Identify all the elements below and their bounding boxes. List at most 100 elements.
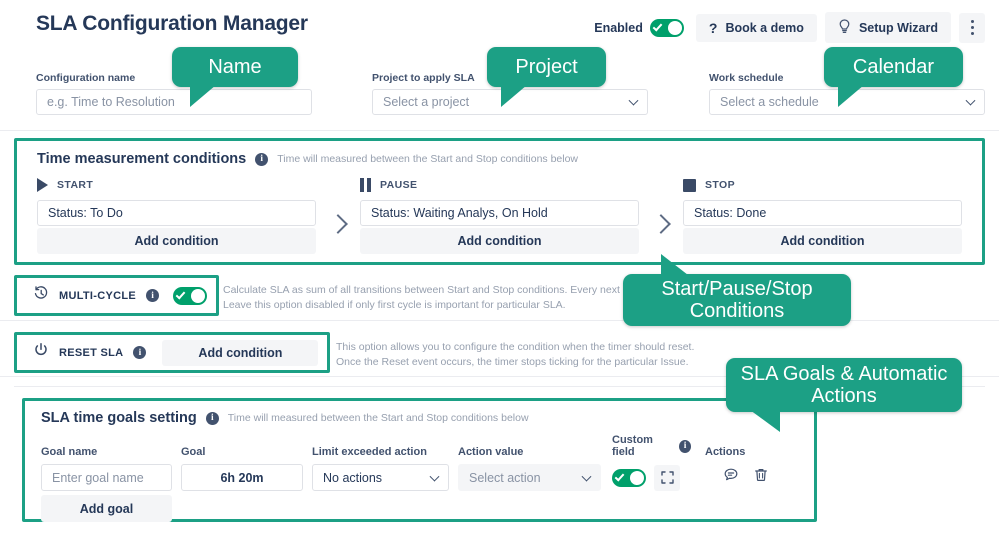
goal-name-placeholder: Enter goal name [52, 470, 144, 485]
multi-cycle-desc-line2: Leave this option disabled if only first… [223, 299, 566, 312]
reset-sla-desc-line1: This option allows you to configure the … [336, 341, 695, 353]
info-icon[interactable]: i [205, 411, 219, 425]
start-condition-value[interactable]: Status: To Do [37, 200, 316, 226]
stop-icon [683, 178, 696, 192]
chevron-right-icon [316, 176, 360, 254]
reset-sla-description: This option allows you to configure the … [336, 340, 756, 370]
callout-conditions-line2: Conditions [689, 300, 785, 322]
actions-header: Actions [705, 446, 746, 458]
stop-condition-value[interactable]: Status: Done [683, 200, 962, 226]
pause-label: PAUSE [380, 179, 418, 191]
kebab-menu-icon[interactable] [959, 12, 985, 43]
goal-name-input[interactable]: Enter goal name [41, 464, 172, 491]
setup-wizard-label: Setup Wizard [858, 20, 938, 35]
reset-sla-control-group: RESET SLA i Add condition [17, 335, 327, 370]
pause-icon [360, 178, 371, 192]
stop-label: STOP [705, 179, 735, 191]
trash-icon[interactable] [753, 467, 769, 488]
lightbulb-icon [838, 19, 851, 36]
info-icon[interactable]: i [255, 152, 269, 166]
callout-goals: SLA Goals & Automatic Actions [726, 358, 962, 432]
callout-tail [838, 85, 864, 107]
limit-exceeded-action-value: No actions [323, 470, 383, 485]
goal-name-column: Goal name [41, 446, 172, 464]
toggle-knob [667, 20, 682, 35]
configuration-name-placeholder: e.g. Time to Resolution [47, 95, 175, 109]
expand-icon[interactable] [654, 464, 680, 491]
chevron-right-icon [639, 176, 683, 254]
reset-sla-highlight: RESET SLA i Add condition [14, 332, 330, 373]
sla-configuration-page: SLA Configuration Manager Enabled ? Book… [0, 0, 999, 536]
chevron-down-icon [628, 95, 639, 106]
time-conditions-title: Time measurement conditions [37, 151, 247, 167]
custom-field-header: Custom field [612, 434, 653, 458]
toggle-knob [630, 470, 644, 485]
callout-calendar-label: Calendar [852, 55, 935, 78]
stop-add-condition-button[interactable]: Add condition [683, 228, 962, 254]
callout-goals-line2: Actions [811, 385, 877, 407]
multi-cycle-desc-line1: Calculate SLA as sum of all transitions … [223, 284, 676, 296]
add-goal-button[interactable]: Add goal [41, 495, 172, 522]
power-icon [33, 342, 49, 363]
start-add-condition-button[interactable]: Add condition [37, 228, 316, 254]
page-title: SLA Configuration Manager [36, 12, 308, 35]
callout-name: Name [172, 47, 298, 107]
chevron-down-icon [581, 471, 592, 482]
custom-field-column: Custom field i [612, 434, 691, 464]
pause-condition-column: PAUSE Status: Waiting Analys, On Hold Ad… [360, 176, 639, 254]
actions-column: Actions [705, 446, 785, 464]
info-icon[interactable]: i [146, 289, 160, 302]
time-measurement-conditions-section: Time measurement conditions i Time will … [14, 138, 985, 265]
configuration-name-input[interactable]: e.g. Time to Resolution [36, 89, 312, 115]
section-divider [0, 130, 999, 131]
page-header: SLA Configuration Manager Enabled ? Book… [0, 0, 999, 46]
callout-tail [750, 410, 780, 432]
limit-exceeded-action-header: Limit exceeded action [312, 446, 427, 458]
callout-calendar: Calendar [824, 47, 963, 107]
enabled-toggle[interactable] [649, 18, 684, 37]
info-icon[interactable]: i [679, 439, 691, 453]
info-icon[interactable]: i [133, 346, 147, 359]
goal-duration-input[interactable]: 6h 20m [181, 464, 303, 491]
callout-goals-line1: SLA Goals & Automatic [740, 362, 948, 385]
goal-header: Goal [181, 446, 206, 458]
action-value-placeholder: Select action [469, 470, 541, 485]
pause-condition-value[interactable]: Status: Waiting Analys, On Hold [360, 200, 639, 226]
play-icon [37, 178, 48, 192]
comment-icon[interactable] [723, 467, 739, 488]
setup-wizard-button[interactable]: Setup Wizard [824, 12, 951, 43]
check-icon [652, 20, 663, 32]
callout-project: Project [487, 47, 606, 107]
pause-add-condition-button[interactable]: Add condition [360, 228, 639, 254]
start-condition-column: START Status: To Do Add condition [37, 176, 316, 254]
callout-tail [661, 254, 688, 275]
start-label: START [57, 179, 94, 191]
multi-cycle-highlight: MULTI-CYCLE i [14, 275, 219, 316]
enabled-toggle-group[interactable]: Enabled [594, 18, 684, 37]
time-conditions-subtitle: Time will measured between the Start and… [277, 153, 579, 165]
goal-column: Goal [181, 446, 303, 464]
limit-exceeded-action-select[interactable]: No actions [312, 464, 449, 491]
goal-name-header: Goal name [41, 446, 98, 458]
goal-row: Enter goal name 6h 20m No actions Select… [41, 464, 798, 491]
multi-cycle-description: Calculate SLA as sum of all transitions … [223, 283, 676, 313]
chevron-down-icon [429, 471, 440, 482]
callout-tail [190, 85, 216, 107]
limit-exceeded-action-column: Limit exceeded action [312, 446, 449, 464]
book-a-demo-button[interactable]: ? Book a demo [695, 13, 817, 42]
custom-field-toggle[interactable] [612, 468, 646, 487]
action-value-column: Action value [458, 446, 601, 464]
goals-title: SLA time goals setting [41, 410, 197, 426]
multi-cycle-toggle[interactable] [173, 286, 208, 305]
callout-project-label: Project [515, 55, 578, 78]
book-a-demo-label: Book a demo [725, 20, 804, 35]
callout-conditions-line1: Start/Pause/Stop [661, 277, 813, 300]
history-clock-icon [33, 285, 49, 306]
reset-sla-add-condition-button[interactable]: Add condition [162, 339, 319, 366]
goals-subtitle: Time will measured between the Start and… [227, 412, 529, 424]
callout-tail [501, 85, 527, 107]
question-mark-icon: ? [708, 19, 718, 36]
stop-condition-column: STOP Status: Done Add condition [683, 176, 962, 254]
action-value-select[interactable]: Select action [458, 464, 601, 491]
callout-conditions: Start/Pause/Stop Conditions [623, 254, 851, 326]
